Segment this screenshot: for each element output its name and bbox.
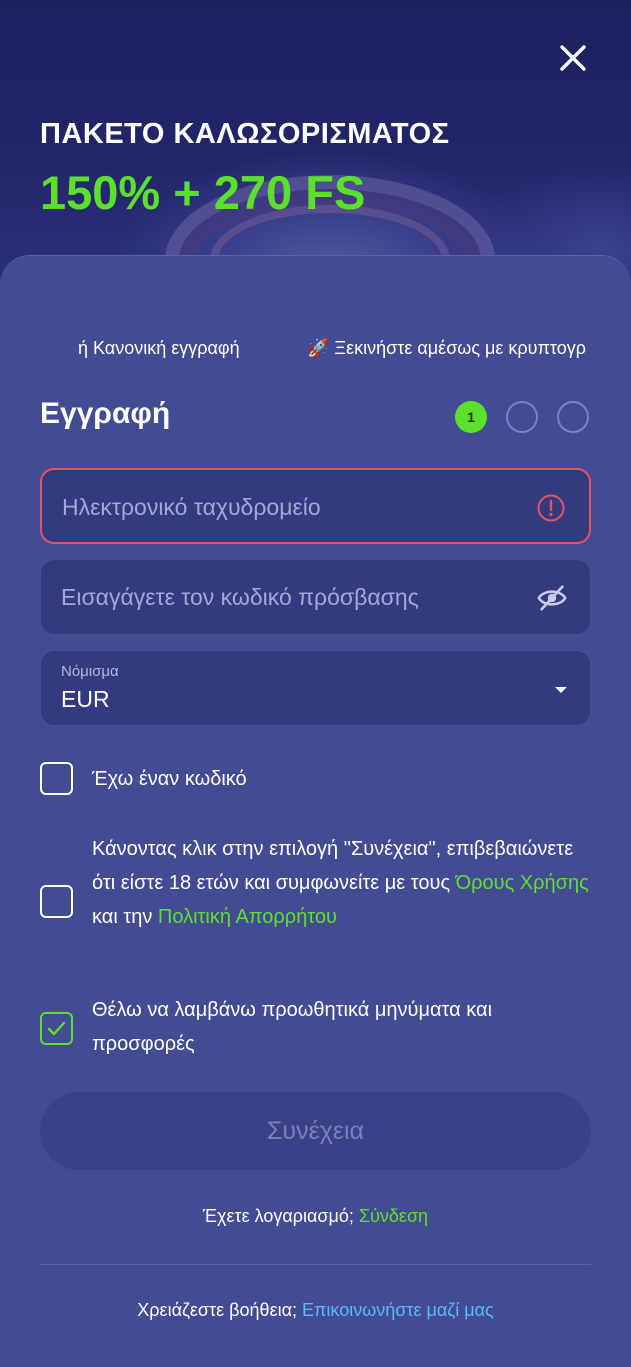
step-2 <box>506 401 538 433</box>
contact-us-link[interactable]: Επικοινωνήστε μαζί μας <box>302 1300 494 1320</box>
terms-checkbox[interactable] <box>40 885 73 918</box>
login-prompt: Έχετε λογαριασμό; Σύνδεση <box>0 1206 631 1227</box>
registration-tabs: ή Κανονική εγγραφή 🚀 Ξεκινήστε αμέσως με… <box>0 338 631 368</box>
have-code-checkbox[interactable] <box>40 762 73 795</box>
tab-crypto-registration[interactable]: 🚀 Ξεκινήστε αμέσως με κρυπτογρ <box>307 338 586 359</box>
tab-regular-registration[interactable]: ή Κανονική εγγραφή <box>78 338 240 359</box>
email-placeholder: Ηλεκτρονικό ταχυδρομείο <box>62 494 321 520</box>
welcome-offer: 150% + 270 FS <box>40 166 366 219</box>
step-1: 1 <box>455 401 487 433</box>
currency-value: EUR <box>61 686 110 712</box>
login-link[interactable]: Σύνδεση <box>359 1206 428 1226</box>
close-button[interactable] <box>553 38 593 78</box>
welcome-package-title: ΠΑΚΕΤΟ ΚΑΛΩΣΟΡΙΣΜΑΤΟΣ <box>40 118 450 150</box>
eye-off-icon[interactable] <box>536 582 568 614</box>
have-account-text: Έχετε λογαριασμό; <box>202 1206 359 1226</box>
privacy-policy-link[interactable]: Πολιτική Απορρήτου <box>158 906 337 928</box>
password-placeholder: Εισαγάγετε τον κωδικό πρόσβασης <box>61 584 419 610</box>
promo-label: Θέλω να λαμβάνω προωθητικά μηνύματα και … <box>92 999 493 1055</box>
email-field[interactable]: Ηλεκτρονικό ταχυδρομείο <box>40 468 591 544</box>
terms-text-part-2: και την <box>92 906 158 928</box>
close-icon <box>560 45 586 71</box>
continue-button[interactable]: Συνέχεια <box>40 1092 591 1170</box>
divider <box>40 1264 591 1265</box>
have-code-label: Έχω έναν κωδικό <box>92 768 247 790</box>
currency-select[interactable]: Νόμισμα EUR <box>40 650 591 726</box>
help-prompt: Χρειάζεστε βοήθεια; Επικοινωνήστε μαζί μ… <box>0 1300 631 1321</box>
form-title: Εγγραφή <box>40 397 171 430</box>
caret-down-icon <box>555 687 567 693</box>
terms-of-use-link[interactable]: Όρους Χρήσης <box>456 872 589 894</box>
registration-card: ή Κανονική εγγραφή 🚀 Ξεκινήστε αμέσως με… <box>0 255 631 1367</box>
alert-circle-icon <box>535 492 567 524</box>
terms-label: Κάνοντας κλικ στην επιλογή "Συνέχεια", ε… <box>92 832 592 934</box>
check-icon <box>47 1021 66 1036</box>
password-field[interactable]: Εισαγάγετε τον κωδικό πρόσβασης <box>40 559 591 635</box>
currency-label: Νόμισμα <box>61 663 119 680</box>
registration-page: ΠΑΚΕΤΟ ΚΑΛΩΣΟΡΙΣΜΑΤΟΣ 150% + 270 FS ή Κα… <box>0 0 631 1367</box>
step-indicator: 1 <box>455 401 595 433</box>
need-help-text: Χρειάζεστε βοήθεια; <box>137 1300 302 1320</box>
step-3 <box>557 401 589 433</box>
promo-checkbox[interactable] <box>40 1012 73 1045</box>
